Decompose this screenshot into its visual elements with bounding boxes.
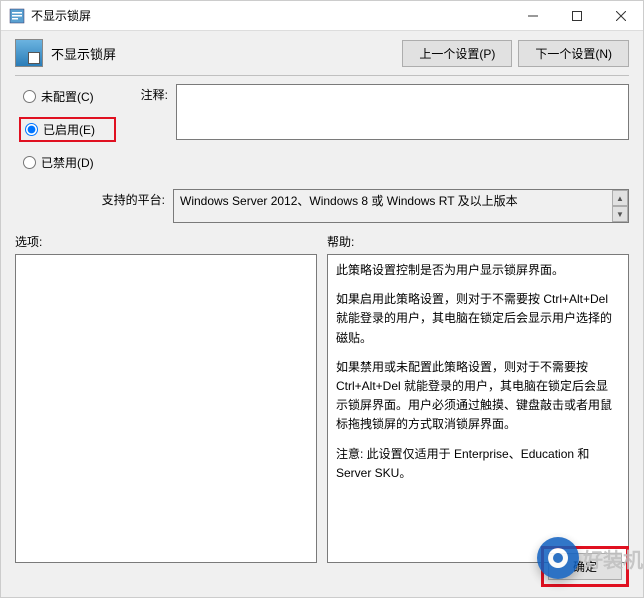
platform-box: Windows Server 2012、Windows 8 或 Windows … (173, 189, 629, 223)
scroll-up-button[interactable]: ▲ (612, 190, 628, 206)
help-paragraph: 如果启用此策略设置，则对于不需要按 Ctrl+Alt+Del 就能登录的用户，其… (336, 290, 620, 348)
radio-disabled-input[interactable] (23, 156, 36, 169)
chevron-down-icon: ▼ (616, 210, 624, 219)
close-button[interactable] (599, 1, 643, 31)
platform-section: 支持的平台: Windows Server 2012、Windows 8 或 W… (101, 183, 643, 223)
chevron-up-icon: ▲ (616, 194, 624, 203)
radio-not-configured-label: 未配置(C) (41, 88, 94, 105)
platform-text: Windows Server 2012、Windows 8 或 Windows … (180, 194, 518, 208)
maximize-button[interactable] (555, 1, 599, 31)
columns: 选项: 帮助: 此策略设置控制是否为用户显示锁屏界面。 如果启用此策略设置，则对… (1, 223, 643, 563)
help-paragraph: 此策略设置控制是否为用户显示锁屏界面。 (336, 261, 620, 280)
help-paragraph: 注意: 此设置仅适用于 Enterprise、Education 和 Serve… (336, 445, 620, 483)
comment-label: 注释: (116, 84, 176, 103)
policy-editor-window: 不显示锁屏 不显示锁屏 上一个设置(P) 下一个设置(N) 未配置(C) (0, 0, 644, 598)
comment-section: 注释: (116, 76, 643, 140)
help-label: 帮助: (327, 233, 629, 250)
state-radios: 未配置(C) 已启用(E) 已禁用(D) (1, 76, 116, 183)
radio-disabled-label: 已禁用(D) (41, 154, 94, 171)
radio-enabled-label: 已启用(E) (43, 121, 95, 138)
header-row: 不显示锁屏 上一个设置(P) 下一个设置(N) (1, 31, 643, 75)
policy-title: 不显示锁屏 (51, 44, 402, 63)
options-box (15, 254, 317, 563)
options-label: 选项: (15, 233, 317, 250)
radio-not-configured[interactable]: 未配置(C) (19, 86, 116, 107)
scroll-down-button[interactable]: ▼ (612, 206, 628, 222)
footer: 确定 (541, 546, 629, 587)
ok-button[interactable]: 确定 (548, 553, 622, 580)
help-box: 此策略设置控制是否为用户显示锁屏界面。 如果启用此策略设置，则对于不需要按 Ct… (327, 254, 629, 563)
platform-label: 支持的平台: (101, 189, 173, 208)
options-column: 选项: (15, 233, 317, 563)
radio-enabled-input[interactable] (25, 123, 38, 136)
app-icon (9, 8, 25, 24)
next-setting-button[interactable]: 下一个设置(N) (518, 40, 629, 67)
window-title: 不显示锁屏 (31, 7, 511, 24)
ok-highlight: 确定 (541, 546, 629, 587)
radio-not-configured-input[interactable] (23, 90, 36, 103)
prev-setting-button[interactable]: 上一个设置(P) (402, 40, 512, 67)
help-column: 帮助: 此策略设置控制是否为用户显示锁屏界面。 如果启用此策略设置，则对于不需要… (327, 233, 629, 563)
titlebar: 不显示锁屏 (1, 1, 643, 31)
comment-input[interactable] (176, 84, 629, 140)
nav-buttons: 上一个设置(P) 下一个设置(N) (402, 40, 629, 67)
help-paragraph: 如果禁用或未配置此策略设置，则对于不需要按 Ctrl+Alt+Del 就能登录的… (336, 358, 620, 435)
radio-enabled[interactable]: 已启用(E) (19, 117, 116, 142)
radio-disabled[interactable]: 已禁用(D) (19, 152, 116, 173)
maximize-icon (572, 11, 582, 21)
minimize-icon (528, 11, 538, 21)
window-controls (511, 1, 643, 31)
minimize-button[interactable] (511, 1, 555, 31)
policy-icon (15, 39, 43, 67)
close-icon (616, 11, 626, 21)
